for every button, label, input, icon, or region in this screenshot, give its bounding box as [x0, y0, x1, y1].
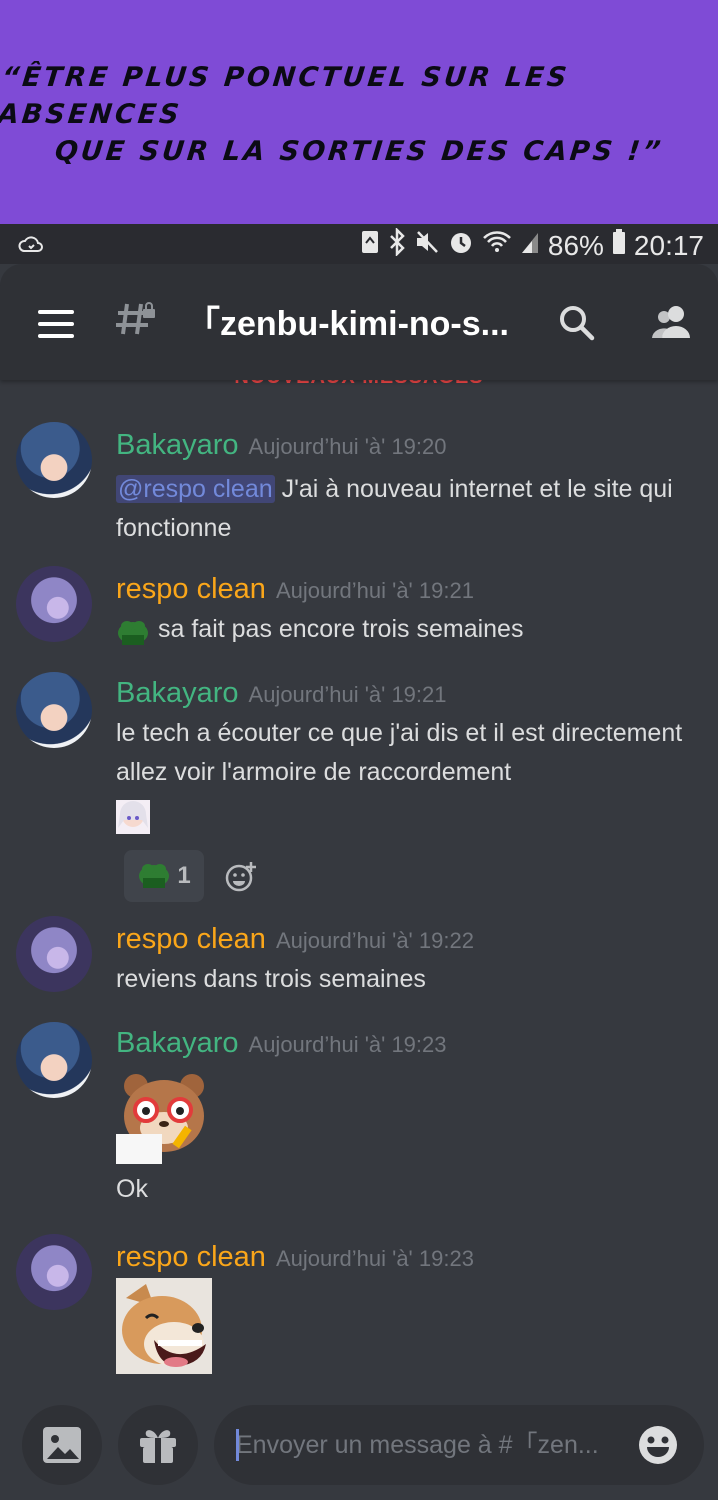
- message-author-line: Bakayaro Aujourd’hui 'à' 19:23: [116, 1026, 447, 1062]
- username[interactable]: Bakayaro: [116, 1027, 239, 1059]
- username[interactable]: respo clean: [116, 1241, 266, 1273]
- recycle-icon: [360, 229, 380, 263]
- message-author-line: respo clean Aujourd’hui 'à' 19:21: [116, 572, 474, 608]
- avatar[interactable]: [16, 916, 92, 992]
- message-composer: Envoyer un message à #「zen...: [0, 1390, 718, 1500]
- timestamp: Aujourd’hui 'à' 19:21: [248, 682, 447, 707]
- message-content: @respo clean J'ai à nouveau internet et …: [116, 470, 706, 548]
- banner-caption-line-1: “Être plus ponctuel sur les absences: [0, 61, 571, 130]
- status-bar: 86% 20:17: [0, 224, 718, 264]
- discord-app: 「zenbu-kimi-no-s... NOUVEAUX MESSAGES Ba…: [0, 264, 718, 1500]
- message-text: sa fait pas encore trois semaines: [158, 615, 524, 643]
- signal-icon: [520, 229, 540, 263]
- banner-caption-line-2: que sur la sorties des caps !”: [53, 135, 665, 167]
- avatar[interactable]: [16, 1022, 92, 1098]
- username[interactable]: Bakayaro: [116, 677, 239, 709]
- username[interactable]: respo clean: [116, 573, 266, 605]
- avatar[interactable]: [16, 422, 92, 498]
- message-input[interactable]: Envoyer un message à #「zen...: [214, 1405, 704, 1485]
- search-icon[interactable]: [556, 302, 600, 346]
- user-mention[interactable]: @respo clean: [116, 475, 275, 503]
- anime-girl-emoji-icon: [116, 800, 150, 834]
- emoji-picker-icon[interactable]: [638, 1425, 678, 1465]
- username[interactable]: Bakayaro: [116, 429, 239, 461]
- message-content: le tech a écouter ce que j'ai dis et il …: [116, 719, 683, 786]
- timestamp: Aujourd’hui 'à' 19:23: [248, 1032, 447, 1057]
- gift-button[interactable]: [118, 1405, 198, 1485]
- pepe-emoji-icon: [116, 615, 150, 646]
- clock: 20:17: [633, 230, 704, 261]
- channel-header: 「zenbu-kimi-no-s...: [0, 264, 718, 380]
- bear-glasses-sticker[interactable]: [116, 1068, 212, 1164]
- mute-icon: [414, 229, 440, 263]
- username[interactable]: respo clean: [116, 923, 266, 955]
- image-upload-button[interactable]: [22, 1405, 102, 1485]
- pepe-emoji-icon: [137, 858, 171, 895]
- battery-percent: 86%: [547, 230, 604, 261]
- timestamp: Aujourd’hui 'à' 19:20: [248, 434, 447, 459]
- message-author-line: respo clean Aujourd’hui 'à' 19:22: [116, 922, 474, 958]
- reaction-pill[interactable]: 1: [124, 850, 204, 902]
- alarm-icon: [448, 229, 474, 263]
- lock-icon: [141, 302, 157, 318]
- dog-laughing-sticker[interactable]: [116, 1278, 212, 1374]
- channel-title[interactable]: 「zenbu-kimi-no-s...: [186, 302, 526, 346]
- message-list[interactable]: Bakayaro Aujourd’hui 'à' 19:20 @respo cle…: [0, 380, 718, 1390]
- gift-icon: [140, 1430, 176, 1463]
- caption-banner: “Être plus ponctuel sur les absences que…: [0, 0, 718, 224]
- battery-icon: [612, 228, 626, 264]
- avatar[interactable]: [16, 566, 92, 642]
- members-icon[interactable]: [650, 302, 694, 346]
- message-text: reviens dans trois semaines: [116, 965, 426, 993]
- timestamp: Aujourd’hui 'à' 19:22: [275, 928, 474, 953]
- timestamp: Aujourd’hui 'à' 19:21: [275, 578, 474, 603]
- wifi-icon: [482, 229, 512, 263]
- bluetooth-icon: [388, 226, 406, 264]
- message-input-placeholder: Envoyer un message à #「zen...: [236, 1431, 599, 1459]
- avatar[interactable]: [16, 672, 92, 748]
- message-author-line: Bakayaro Aujourd’hui 'à' 19:21: [116, 676, 447, 712]
- menu-icon[interactable]: [38, 310, 74, 338]
- message-author-line: respo clean Aujourd’hui 'à' 19:23: [116, 1240, 474, 1276]
- avatar[interactable]: [16, 1234, 92, 1310]
- message-content: sa fait pas encore trois semaines: [116, 610, 706, 649]
- cloud-sync-icon: [18, 232, 44, 263]
- text-caret: [236, 1429, 239, 1461]
- reaction-count: 1: [177, 862, 191, 889]
- message-author-line: Bakayaro Aujourd’hui 'à' 19:20: [116, 428, 447, 464]
- add-reaction-icon[interactable]: [224, 860, 258, 894]
- message-text: Ok: [116, 1175, 148, 1203]
- timestamp: Aujourd’hui 'à' 19:23: [275, 1246, 474, 1271]
- image-icon: [43, 1427, 81, 1463]
